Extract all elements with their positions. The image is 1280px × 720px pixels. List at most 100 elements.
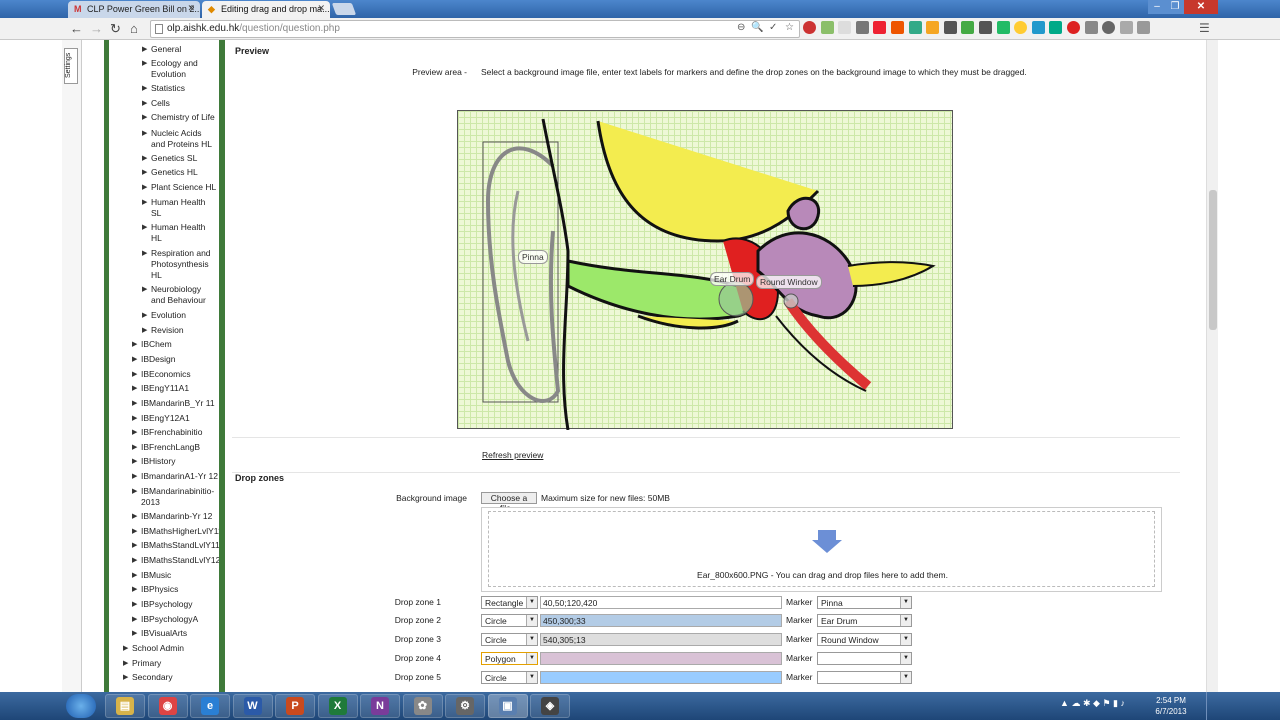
sidebar-item[interactable]: ▶ Nucleic Acids and Proteins HL — [142, 128, 217, 150]
ext-circle-icon[interactable] — [1102, 21, 1116, 34]
sidebar-item[interactable]: ▶ Statistics — [142, 83, 217, 94]
expand-arrow-icon[interactable]: ▶ — [142, 44, 147, 55]
sidebar-item[interactable]: ▶ Chemistry of Life — [142, 112, 217, 123]
ext-gear-icon[interactable] — [803, 21, 816, 34]
shape-select[interactable]: Rectangle ▼ — [481, 596, 538, 609]
picasa-icon[interactable]: ✿ — [402, 694, 443, 718]
expand-arrow-icon[interactable]: ▶ — [142, 222, 147, 233]
sidebar-item[interactable]: ▶ Respiration and Photosynthesis HL — [142, 248, 217, 281]
onenote-icon[interactable]: N — [360, 694, 400, 718]
expand-arrow-icon[interactable]: ▶ — [132, 354, 137, 365]
ext-bookmark-icon[interactable] — [926, 21, 940, 34]
reload-icon[interactable]: ↻ — [110, 21, 121, 37]
coords-input[interactable] — [540, 652, 782, 665]
sidebar-item[interactable]: ▶ IBFrenchLangB — [132, 442, 219, 453]
settings-tab[interactable]: Settings — [64, 48, 78, 84]
expand-arrow-icon[interactable]: ▶ — [132, 427, 137, 438]
sidebar-item[interactable]: ▶ IBMandarinb-Yr 12 — [132, 511, 219, 522]
tab-gmail[interactable]: M CLP Power Green Bill on 2... ✕ — [68, 1, 200, 18]
ext-s-icon[interactable] — [1049, 21, 1063, 34]
expand-arrow-icon[interactable]: ▶ — [142, 248, 147, 259]
expand-arrow-icon[interactable]: ▶ — [132, 511, 137, 522]
coords-input[interactable]: 450,300;33 — [540, 614, 782, 627]
expand-arrow-icon[interactable]: ▶ — [142, 83, 147, 94]
clock[interactable]: 2:54 PM 6/7/2013 — [1151, 695, 1191, 717]
check-icon[interactable]: ✓ — [769, 22, 777, 33]
tab-editing[interactable]: ◆ Editing drag and drop ma... ✕ — [202, 1, 330, 18]
maximize-button[interactable]: ❐ — [1166, 0, 1184, 14]
marker-pinna[interactable]: Pinna — [518, 250, 548, 264]
coords-input[interactable]: 540,305;13 — [540, 633, 782, 646]
sidebar-item[interactable]: ▶ IBPsychology — [132, 599, 219, 610]
expand-arrow-icon[interactable]: ▶ — [132, 570, 137, 581]
star-icon[interactable]: ☆ — [785, 22, 794, 33]
scrollbar-thumb[interactable] — [1209, 190, 1217, 330]
shape-select[interactable]: Circle ▼ — [481, 633, 538, 646]
marker-select[interactable]: Round Window ▼ — [817, 633, 912, 646]
sidebar-item[interactable]: ▶ General — [142, 44, 217, 55]
ext-cloud-icon[interactable] — [1031, 21, 1045, 34]
marker-select[interactable]: ▼ — [817, 671, 912, 684]
tray-arrow-icon[interactable]: ▲ — [1060, 698, 1069, 708]
expand-arrow-icon[interactable]: ▶ — [142, 167, 147, 178]
sidebar-item[interactable]: ▶ IBMathsStandLvlY12 — [132, 555, 219, 566]
show-desktop-button[interactable] — [1206, 692, 1218, 720]
shape-select[interactable]: Polygon ▼ — [481, 652, 538, 665]
marker-select[interactable]: Ear Drum ▼ — [817, 614, 912, 627]
start-button[interactable] — [66, 694, 96, 718]
expand-arrow-icon[interactable]: ▶ — [142, 325, 147, 336]
ext-square-icon[interactable] — [978, 21, 992, 34]
sidebar-item[interactable]: ▶ IBMusic — [132, 570, 219, 581]
expand-arrow-icon[interactable]: ▶ — [123, 658, 128, 669]
minimize-button[interactable]: – — [1148, 0, 1166, 14]
ext-face-icon[interactable] — [1014, 21, 1028, 34]
ext-pen-icon[interactable] — [943, 21, 957, 34]
forward-icon[interactable]: → — [90, 21, 103, 37]
marker-select[interactable]: ▼ — [817, 652, 912, 665]
chrome-icon[interactable]: ◉ — [147, 694, 188, 718]
ie-icon[interactable]: e — [190, 694, 230, 718]
expand-arrow-icon[interactable]: ▶ — [142, 197, 147, 208]
tray-gear-icon[interactable]: ✱ — [1083, 698, 1091, 708]
ext-plus-icon[interactable] — [873, 21, 887, 34]
expand-arrow-icon[interactable]: ▶ — [132, 413, 137, 424]
file-drop-zone[interactable]: Ear_800x600.PNG - You can drag and drop … — [488, 511, 1155, 587]
marker-round-window[interactable]: Round Window — [756, 275, 822, 289]
ext-doc-icon[interactable] — [961, 21, 975, 34]
close-tab-icon[interactable]: ✕ — [187, 3, 195, 14]
ext-stop-icon[interactable] — [1066, 21, 1080, 34]
sidebar-item[interactable]: ▶ IBDesign — [132, 354, 219, 365]
sidebar-item[interactable]: ▶ IBMandarinabinitio-2013 — [132, 486, 219, 508]
sidebar-item[interactable]: ▶ IBEconomics — [132, 369, 219, 380]
sidebar-item[interactable]: ▶ Cells — [142, 98, 217, 109]
ext-arrow-icon[interactable] — [838, 21, 852, 34]
tool-icon[interactable]: ⚙ — [445, 694, 485, 718]
expand-arrow-icon[interactable]: ▶ — [142, 128, 147, 139]
expand-arrow-icon[interactable]: ▶ — [132, 398, 137, 409]
expand-arrow-icon[interactable]: ▶ — [123, 672, 128, 683]
expand-arrow-icon[interactable]: ▶ — [142, 182, 147, 193]
expand-arrow-icon[interactable]: ▶ — [132, 383, 137, 394]
sidebar-item[interactable]: ▶ IBFrenchabinitio — [132, 427, 219, 438]
vertical-scrollbar[interactable] — [1206, 40, 1218, 692]
tray-flag-icon[interactable]: ⚑ — [1102, 698, 1110, 708]
coords-input[interactable] — [540, 671, 782, 684]
sidebar-item[interactable]: ▶ Revision — [142, 325, 217, 336]
back-icon[interactable]: ← — [70, 21, 83, 37]
sidebar-item[interactable]: ▶ IBPsychologyA — [132, 614, 219, 625]
expand-arrow-icon[interactable]: ▶ — [132, 471, 137, 482]
shape-select[interactable]: Circle ▼ — [481, 614, 538, 627]
expand-arrow-icon[interactable]: ▶ — [132, 456, 137, 467]
home-icon[interactable]: ⌂ — [130, 21, 138, 37]
ext-new-icon[interactable] — [890, 21, 904, 34]
marker-ear-drum[interactable]: Ear Drum — [710, 272, 755, 286]
powerpoint-icon[interactable]: P — [275, 694, 315, 718]
expand-arrow-icon[interactable]: ▶ — [132, 628, 137, 639]
refresh-preview-link[interactable]: Refresh preview — [482, 450, 543, 460]
sidebar-item[interactable]: ▶ Human Health SL — [142, 197, 217, 219]
expand-arrow-icon[interactable]: ▶ — [142, 58, 147, 69]
close-window-button[interactable]: ✕ — [1184, 0, 1218, 14]
ext-tools-icon[interactable] — [855, 21, 869, 34]
sidebar-item[interactable]: ▶ IBMathsHigherLvlY11 — [132, 526, 219, 537]
sidebar-item[interactable]: ▶ IBHistory — [132, 456, 219, 467]
